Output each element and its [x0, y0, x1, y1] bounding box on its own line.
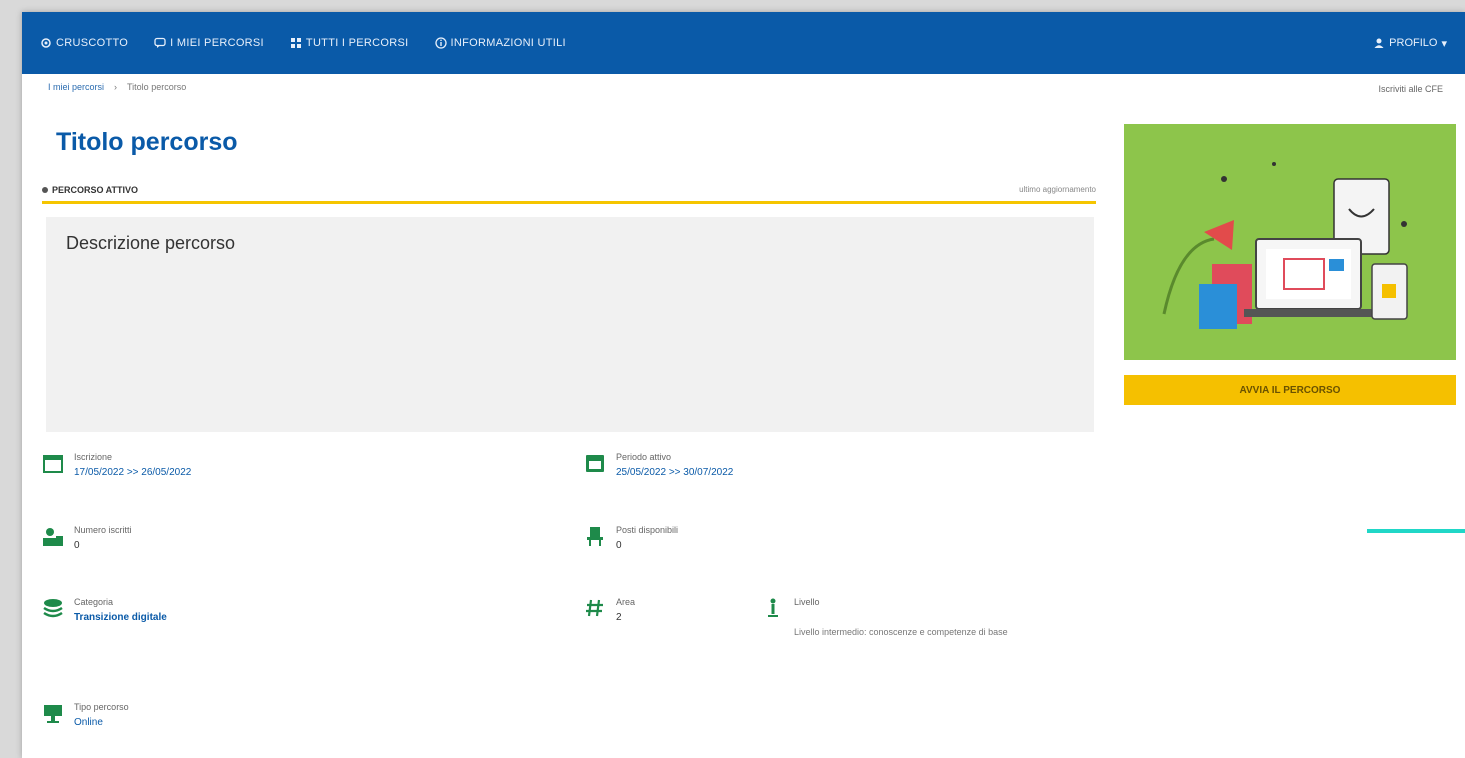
- nav-item-cruscotto[interactable]: Cruscotto: [40, 37, 128, 49]
- info-area: Area 2: [584, 597, 635, 623]
- livello-value: Livello intermedio: conoscenze e compete…: [794, 627, 1008, 637]
- info-categoria: Categoria Transizione digitale: [42, 597, 167, 623]
- info-tipo-percorso: Tipo percorso Online: [42, 702, 129, 728]
- enroll-link[interactable]: Iscriviti alle CFE: [1378, 84, 1443, 94]
- description-box: Descrizione percorso: [46, 217, 1094, 432]
- description-title: Descrizione percorso: [66, 233, 236, 253]
- nav-item-miei-percorsi[interactable]: I miei percorsi: [154, 37, 264, 49]
- user-icon: [1374, 38, 1384, 48]
- posti-value: 0: [616, 540, 622, 551]
- grid-icon: [290, 38, 301, 48]
- nav-item-informazioni[interactable]: Informazioni utili: [434, 37, 566, 49]
- status-badge: Percorso attivo: [42, 185, 138, 195]
- course-illustration-graphic: [1124, 124, 1456, 360]
- info-iscrizione: Iscrizione 17/05/2022 >> 26/05/2022: [42, 452, 191, 478]
- status-right-text: ultimo aggiornamento: [1019, 185, 1096, 194]
- breadcrumb-current: Titolo percorso: [127, 82, 187, 92]
- level-icon: [768, 598, 778, 617]
- livello-label: Livello: [794, 597, 820, 607]
- iscrizione-label: Iscrizione: [74, 452, 113, 462]
- users-icon: [43, 528, 63, 546]
- periodo-label: Periodo attivo: [616, 452, 672, 462]
- chair-icon: [587, 527, 603, 546]
- nav-label: I miei percorsi: [170, 37, 264, 49]
- area-label: Area: [616, 597, 636, 607]
- start-course-button[interactable]: Avvia il percorso: [1124, 375, 1456, 405]
- categoria-value[interactable]: Transizione digitale: [74, 612, 167, 623]
- info-icon: [434, 37, 447, 49]
- nav-label: Cruscotto: [56, 37, 129, 49]
- periodo-value: 25/05/2022 >> 30/07/2022: [616, 467, 734, 478]
- status-row: Percorso attivo ultimo aggiornamento: [42, 178, 1096, 204]
- info-livello: Livello Livello intermedio: conoscenze e…: [762, 597, 1008, 640]
- app-window: Cruscotto I miei percorsi Tutti i percor…: [22, 12, 1465, 758]
- info-periodo: Periodo attivo 25/05/2022 >> 30/07/2022: [584, 452, 733, 478]
- top-navbar: Cruscotto I miei percorsi Tutti i percor…: [22, 12, 1465, 74]
- tipo-label: Tipo percorso: [74, 702, 129, 712]
- nav-label: Informazioni utili: [450, 37, 566, 49]
- chat-icon: [154, 37, 166, 48]
- profile-menu[interactable]: Profilo ▾: [1373, 37, 1447, 50]
- breadcrumb-parent-link[interactable]: I miei percorsi: [48, 82, 104, 92]
- categoria-label: Categoria: [74, 597, 114, 607]
- calendar-icon: [43, 455, 63, 473]
- status-label: Percorso attivo: [52, 184, 139, 195]
- numero-value: 0: [74, 540, 80, 551]
- posti-label: Posti disponibili: [616, 525, 679, 535]
- area-value: 2: [616, 612, 622, 623]
- gear-icon: [41, 38, 51, 48]
- teal-accent-bar: [1367, 529, 1465, 533]
- monitor-icon: [44, 705, 62, 723]
- nav-label: Tutti i percorsi: [305, 37, 409, 49]
- breadcrumb-separator: ›: [114, 82, 118, 92]
- status-dot-icon: [42, 186, 48, 193]
- nav-item-tutti-percorsi[interactable]: Tutti i percorsi: [290, 37, 409, 49]
- numero-label: Numero iscritti: [74, 525, 132, 535]
- info-posti: Posti disponibili 0: [584, 525, 678, 551]
- calendar-filled-icon: [586, 455, 604, 472]
- profile-label: Profilo: [1389, 37, 1438, 49]
- layers-icon: [43, 599, 63, 618]
- hashtag-icon: [586, 599, 603, 617]
- chevron-down-icon: ▾: [1441, 37, 1447, 50]
- course-illustration: [1124, 124, 1456, 360]
- page-title: Titolo percorso: [56, 128, 238, 156]
- breadcrumb: I miei percorsi › Titolo percorso: [48, 82, 186, 92]
- tipo-value: Online: [74, 717, 103, 728]
- info-numero-iscritti: Numero iscritti 0: [42, 525, 132, 551]
- iscrizione-value: 17/05/2022 >> 26/05/2022: [74, 467, 192, 478]
